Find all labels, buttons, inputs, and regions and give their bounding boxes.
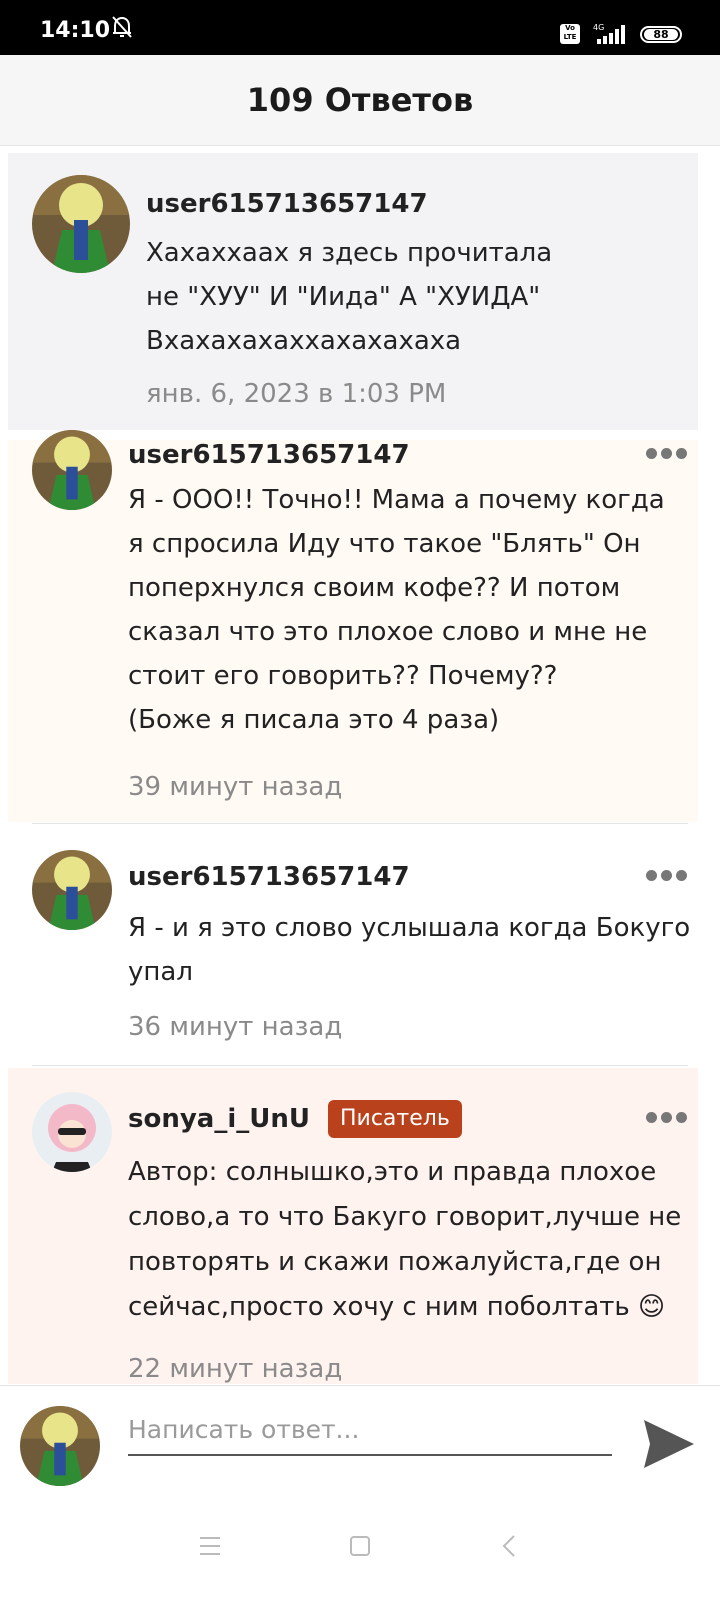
comment-text: Хахаххаах я здесь прочитала не "ХУУ" И "…	[146, 231, 552, 363]
comment-time: 22 минут назад	[128, 1354, 343, 1384]
comment-text-line: поперхнулся своим кофе?? И потом	[128, 573, 621, 603]
more-icon[interactable]	[646, 444, 694, 464]
comment-text-line: я спросила Иду что такое "Блять" Он	[128, 529, 641, 559]
reply-item[interactable]: user615713657147 Я - и я это слово услыш…	[8, 826, 698, 1064]
comment-username[interactable]: user615713657147	[128, 862, 410, 892]
network-label: 4G	[593, 23, 604, 32]
parent-comment[interactable]: user615713657147 Хахаххаах я здесь прочи…	[8, 153, 698, 430]
volte-icon: Vo LTE	[560, 24, 580, 44]
avatar[interactable]	[32, 175, 130, 273]
status-bar: 14:10 Vo LTE 4G 88	[0, 0, 720, 55]
avatar[interactable]	[32, 1092, 112, 1172]
comment-text: Автор: солнышко,это и правда плохое слов…	[128, 1150, 681, 1330]
reply-input[interactable]	[128, 1404, 612, 1456]
comment-text-line: Я - ООО!! Точно!! Мама а почему когда	[128, 485, 665, 515]
comment-username[interactable]: user615713657147	[146, 189, 428, 219]
comment-time: 39 минут назад	[128, 772, 343, 802]
comment-text-line: слово,а то что Бакуго говорит,лучше не	[128, 1202, 682, 1232]
signal-icon: 4G	[593, 23, 625, 44]
comment-text-line: сейчас,просто хочу с ним поболтать 😊	[128, 1292, 666, 1322]
comment-text-line: стоит его говорить?? Почему??	[128, 661, 558, 691]
comment-text-line: сказал что это плохое слово и мне не	[128, 617, 648, 647]
comment-text-line: (Боже я писала это 4 раза)	[128, 705, 500, 735]
battery-level: 88	[644, 29, 678, 41]
system-nav-bar	[0, 1506, 720, 1600]
more-icon[interactable]	[646, 866, 694, 886]
reply-bar	[0, 1385, 720, 1507]
comment-time: 36 минут назад	[128, 1012, 343, 1042]
comment-text-line: повторять и скажи пожалуйста,где он	[128, 1247, 662, 1277]
comment-time: янв. 6, 2023 в 1:03 PM	[146, 379, 447, 409]
comment-username[interactable]: user615713657147	[128, 440, 410, 470]
comment-text-line: Хахаххаах я здесь прочитала	[146, 238, 553, 268]
divider	[32, 823, 688, 824]
comment-text: Я - ООО!! Точно!! Мама а почему когда я …	[128, 478, 665, 742]
page-title: 109 Ответов	[246, 81, 474, 119]
status-time: 14:10	[40, 18, 111, 43]
bell-off-icon	[112, 16, 132, 38]
writer-badge: Писатель	[328, 1100, 462, 1138]
reply-item[interactable]: sonya_i_UnU Писатель Автор: солнышко,это…	[8, 1068, 698, 1384]
nav-home-icon[interactable]	[340, 1526, 380, 1566]
comment-text-line: Автор: солнышко,это и правда плохое	[128, 1157, 657, 1187]
comment-text-line: Я - и я это слово услышала когда Бокуго	[128, 913, 691, 943]
comment-username[interactable]: sonya_i_UnU	[128, 1104, 310, 1134]
comment-text-line: Вхахахахаххахахахаха	[146, 326, 462, 356]
battery-icon: 88	[640, 26, 682, 43]
more-icon[interactable]	[646, 1108, 694, 1128]
header: 109 Ответов	[0, 55, 720, 146]
divider	[32, 1065, 688, 1066]
avatar[interactable]	[32, 850, 112, 930]
avatar[interactable]	[32, 430, 112, 510]
nav-menu-icon[interactable]	[190, 1526, 230, 1566]
comment-text-line: упал	[128, 957, 193, 987]
nav-back-icon[interactable]	[490, 1526, 530, 1566]
avatar	[20, 1406, 100, 1486]
send-icon[interactable]	[640, 1416, 696, 1472]
comment-text-line: не "ХУУ" И "Иида" А "ХУИДА"	[146, 282, 541, 312]
comment-text: Я - и я это слово услышала когда Бокуго …	[128, 906, 690, 994]
reply-item[interactable]: user615713657147 Я - ООО!! Точно!! Мама …	[8, 430, 698, 822]
